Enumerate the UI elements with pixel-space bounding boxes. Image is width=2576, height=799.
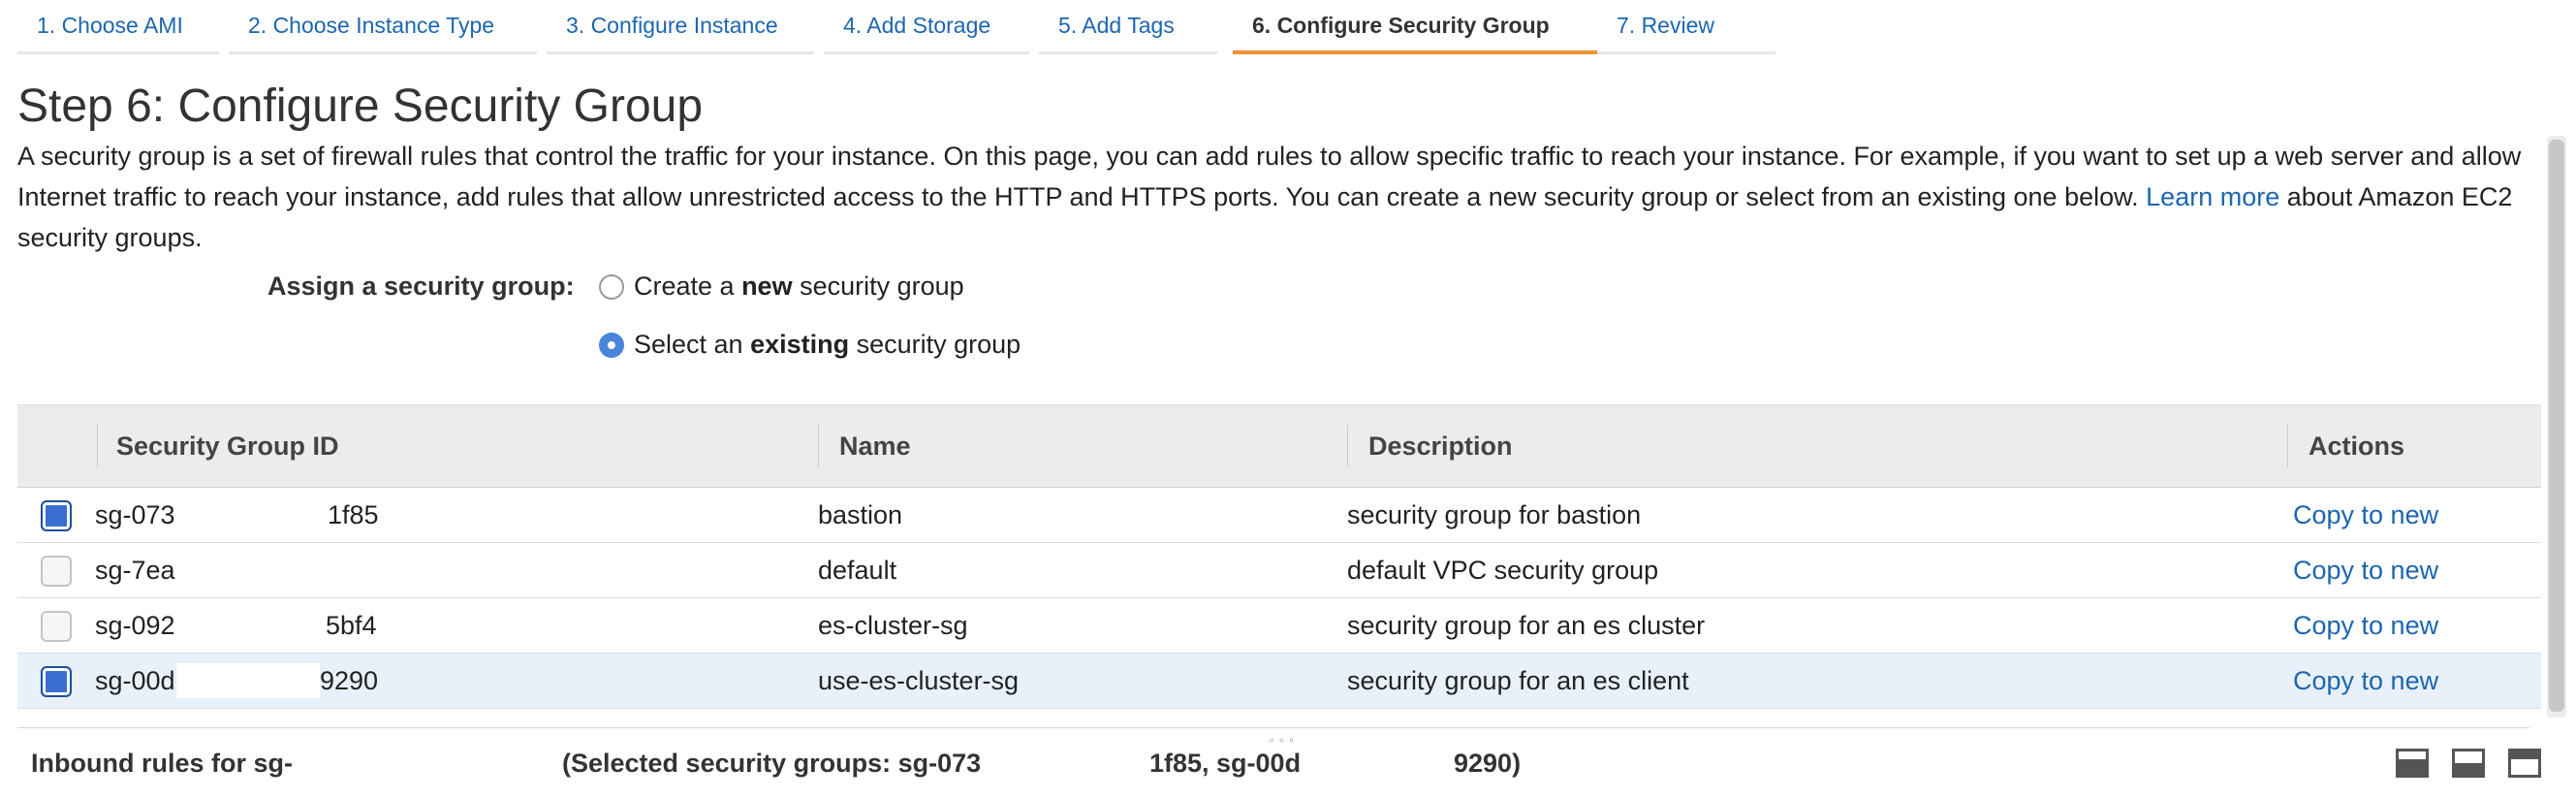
security-group-description: security group for an es client: [1347, 666, 1689, 695]
radio-select-existing[interactable]: Select an existing security group: [599, 330, 1021, 360]
security-groups-table: Security Group ID Name Description Actio…: [17, 404, 2541, 709]
radio-create-new-button[interactable]: [599, 273, 624, 300]
copy-to-new-link[interactable]: Copy to new: [2293, 598, 2438, 653]
panel-half-icon[interactable]: [2452, 749, 2485, 778]
radio-select-existing-label: Select an existing security group: [634, 330, 1021, 359]
page-description: A security group is a set of firewall ru…: [17, 136, 2529, 258]
row-checkbox[interactable]: [41, 666, 72, 697]
security-group-name: use-es-cluster-sg: [818, 666, 1020, 695]
security-group-name: default: [818, 556, 897, 585]
column-header-actions: Actions: [2309, 431, 2405, 461]
resize-grip-icon[interactable]: ▫▫▫: [1270, 733, 1300, 747]
table-row[interactable]: sg-7ea default default VPC security grou…: [17, 543, 2541, 598]
assign-security-group-label: Assign a security group:: [267, 272, 575, 301]
tab-choose-instance-type[interactable]: 2. Choose Instance Type: [229, 0, 537, 54]
panel-top-icon[interactable]: [2508, 749, 2541, 778]
column-separator: [2287, 425, 2288, 467]
security-group-description: security group for an es cluster: [1347, 611, 1706, 640]
table-header: Security Group ID Name Description Actio…: [17, 405, 2541, 488]
security-group-id: sg-00d: [95, 666, 175, 695]
selected-groups-text-end: 9290): [1454, 749, 1522, 778]
copy-to-new-link[interactable]: Copy to new: [2293, 654, 2438, 708]
column-header-name[interactable]: Name: [839, 405, 911, 487]
redacted-block: [176, 663, 320, 698]
learn-more-link[interactable]: Learn more: [2146, 182, 2279, 211]
panel-size-controls: [2396, 749, 2541, 778]
column-header-description[interactable]: Description: [1368, 405, 1513, 487]
column-separator: [97, 425, 98, 467]
radio-create-new-label: Create a new security group: [634, 272, 964, 301]
column-header-security-group-id[interactable]: Security Group ID: [116, 405, 339, 487]
row-checkbox[interactable]: [41, 500, 72, 531]
page-title: Step 6: Configure Security Group: [17, 80, 704, 132]
security-group-name: es-cluster-sg: [818, 611, 968, 640]
security-group-name: bastion: [818, 500, 903, 529]
selected-groups-text-mid: 1f85, sg-00d: [1149, 749, 1302, 778]
column-separator: [1347, 425, 1348, 467]
table-row[interactable]: sg-00d 9290 use-es-cluster-sg security g…: [17, 654, 2541, 709]
security-group-description: default VPC security group: [1347, 556, 1659, 585]
redacted-block: [182, 608, 339, 643]
column-separator: [818, 425, 819, 467]
tab-choose-ami[interactable]: 1. Choose AMI: [17, 0, 219, 54]
copy-to-new-link[interactable]: Copy to new: [2293, 543, 2438, 597]
panel-bottom-icon[interactable]: [2396, 749, 2429, 778]
security-group-id-suffix: 5bf4: [326, 611, 377, 640]
selected-groups-text: (Selected security groups: sg-073: [562, 749, 982, 778]
radio-create-new[interactable]: Create a new security group: [599, 272, 964, 302]
inbound-rules-label: Inbound rules for sg-: [31, 749, 293, 778]
tab-add-tags[interactable]: 5. Add Tags: [1039, 0, 1217, 54]
tab-configure-security-group[interactable]: 6. Configure Security Group: [1233, 0, 1597, 54]
security-group-id: sg-092: [95, 611, 175, 640]
redacted-block: [176, 553, 331, 588]
security-group-id: sg-073: [95, 500, 175, 529]
security-group-id-suffix: 1f85: [328, 500, 379, 529]
tab-add-storage[interactable]: 4. Add Storage: [824, 0, 1029, 54]
copy-to-new-link[interactable]: Copy to new: [2293, 488, 2438, 542]
scrollbar-thumb[interactable]: [2549, 140, 2564, 712]
redacted-block: [180, 497, 324, 532]
security-group-id-suffix: 9290: [320, 666, 379, 695]
table-row[interactable]: sg-092 5bf4 es-cluster-sg security group…: [17, 598, 2541, 654]
row-checkbox[interactable]: [41, 556, 72, 587]
security-group-description: security group for bastion: [1347, 500, 1642, 529]
panel-divider: [17, 727, 2529, 728]
row-checkbox[interactable]: [41, 611, 72, 642]
table-row[interactable]: sg-073 1f85 bastion security group for b…: [17, 488, 2541, 543]
tab-review[interactable]: 7. Review: [1597, 0, 1775, 54]
tab-configure-instance[interactable]: 3. Configure Instance: [547, 0, 814, 54]
radio-select-existing-button[interactable]: [599, 332, 624, 358]
security-group-id: sg-7ea: [95, 556, 175, 585]
vertical-scrollbar[interactable]: [2547, 136, 2566, 718]
